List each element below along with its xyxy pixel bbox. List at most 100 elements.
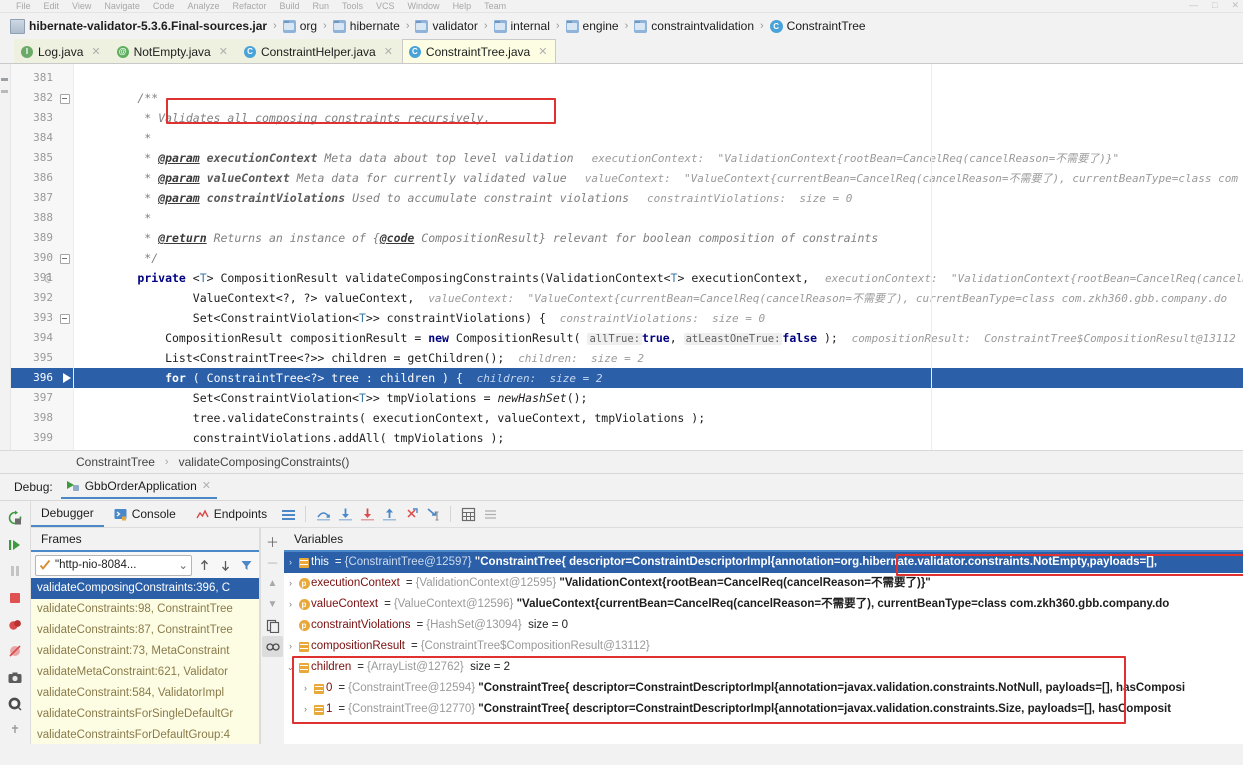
breadcrumb-item-jar[interactable]: hibernate-validator-5.3.6.Final-sources.… [8,18,269,34]
rerun-icon[interactable] [1,505,29,532]
menu-item-team[interactable]: Team [484,1,506,11]
menu-item-file[interactable]: File [16,1,31,11]
code-editor[interactable]: 381 382 383 384 385 386 387 388 389 390 … [0,64,1243,450]
tab-constrainttree-java[interactable]: C ConstraintTree.java ✕ [401,39,557,63]
breadcrumb-item-org[interactable]: org [281,19,319,33]
frame-item[interactable]: validateConstraint:73, MetaConstraint [31,641,259,662]
minimize-button[interactable]: — [1189,0,1198,11]
step-over-icon[interactable] [312,503,334,525]
override-marker-icon[interactable]: @ [44,268,51,288]
menu-item-run[interactable]: Run [313,1,330,11]
copy-icon[interactable] [262,615,283,636]
menu-item-help[interactable]: Help [453,1,472,11]
frame-item[interactable]: validateConstraints:98, ConstraintTree [31,599,259,620]
footer-class-name[interactable]: ConstraintTree [76,455,155,469]
view-breakpoints-icon[interactable] [1,611,29,638]
close-icon[interactable]: ✕ [91,45,100,58]
variable-row-this[interactable]: › this = {ConstraintTree@12597} "Constra… [284,552,1243,573]
thread-dropdown[interactable]: "http-nio-8084... ⌄ [35,554,192,576]
variable-row-compositionresult[interactable]: › compositionResult = {ConstraintTree$Co… [284,636,1243,657]
expand-chevron-icon[interactable]: › [299,699,312,720]
code-area[interactable]: /** * Validates all composing constraint… [74,64,1243,450]
settings-icon[interactable] [479,503,501,525]
frame-item[interactable]: validateMetaConstraint:621, Validator [31,662,259,683]
editor-gutter[interactable]: 381 382 383 384 385 386 387 388 389 390 … [11,64,74,450]
breadcrumb-item-engine[interactable]: engine [564,19,621,33]
variables-tree[interactable]: › this = {ConstraintTree@12597} "Constra… [284,552,1243,744]
footer-method-name[interactable]: validateComposingConstraints() [179,455,350,469]
menu-item-vcs[interactable]: VCS [376,1,395,11]
close-icon[interactable]: ✕ [538,45,547,58]
menu-item-build[interactable]: Build [279,1,299,11]
add-watch-icon[interactable]: ＋ [262,531,283,552]
expand-chevron-icon[interactable]: › [284,573,297,594]
drop-frame-icon[interactable] [400,503,422,525]
frame-item[interactable]: validateComposingConstraints:396, C [31,578,259,599]
editor-marker-bar[interactable] [0,64,11,450]
menu-item-navigate[interactable]: Navigate [104,1,140,11]
menu-item-code[interactable]: Code [153,1,175,11]
expand-chevron-icon[interactable]: › [284,552,297,573]
pause-program-icon[interactable] [1,558,29,585]
frame-item[interactable]: validateConstraintsForDefaultGroup:4 [31,725,259,744]
close-icon[interactable]: ✕ [202,479,211,492]
breadcrumb-item-validator[interactable]: validator [413,19,479,33]
expand-chevron-icon[interactable]: › [299,678,312,699]
run-configuration-tab[interactable]: GbbOrderApplication ✕ [60,476,217,499]
tab-debugger[interactable]: Debugger [31,501,104,527]
mute-breakpoints-icon[interactable] [1,638,29,665]
fold-icon[interactable] [60,314,70,324]
step-into-icon[interactable] [334,503,356,525]
variable-row-executioncontext[interactable]: › p executionContext = {ValidationContex… [284,573,1243,594]
menu-item-view[interactable]: View [72,1,91,11]
breadcrumb-item-internal[interactable]: internal [492,19,552,33]
close-button[interactable]: ✕ [1231,0,1239,11]
variable-row-children-0[interactable]: › 0 = {ConstraintTree@12594} "Constraint… [284,678,1243,699]
breadcrumb-item-constraintvalidation[interactable]: constraintvalidation [632,19,756,33]
frames-list[interactable]: validateComposingConstraints:396, C vali… [31,578,259,744]
settings-gear-icon[interactable] [1,691,29,718]
layout-settings-icon[interactable] [277,503,299,525]
resume-program-icon[interactable] [1,532,29,559]
close-icon[interactable]: ✕ [384,45,393,58]
remove-watch-icon[interactable]: － [262,552,283,573]
evaluate-expression-icon[interactable] [457,503,479,525]
tab-endpoints[interactable]: Endpoints [186,501,277,527]
collapse-chevron-icon[interactable]: ⌄ [284,657,297,678]
variable-row-children[interactable]: ⌄ children = {ArrayList@12762} size = 2 [284,657,1243,678]
expand-chevron-icon[interactable]: › [284,594,297,615]
menu-item-edit[interactable]: Edit [44,1,60,11]
frame-item[interactable]: validateConstraint:584, ValidatorImpl [31,683,259,704]
tab-console[interactable]: Console [104,501,186,527]
fold-icon[interactable] [60,94,70,104]
close-icon[interactable]: ✕ [219,45,228,58]
screenshot-icon[interactable] [1,664,29,691]
variable-row-valuecontext[interactable]: › p valueContext = {ValueContext@12596} … [284,594,1243,615]
watches-icon[interactable] [262,636,283,657]
menu-item-analyze[interactable]: Analyze [187,1,219,11]
tab-notempty-java[interactable]: @ NotEmpty.java ✕ [109,39,237,63]
run-to-cursor-icon[interactable] [422,503,444,525]
menu-item-refactor[interactable]: Refactor [232,1,266,11]
chevron-down-icon[interactable]: ⌄ [178,558,188,572]
step-out-icon[interactable] [378,503,400,525]
variable-row-children-1[interactable]: › 1 = {ConstraintTree@12770} "Constraint… [284,699,1243,720]
move-down-icon[interactable]: ▼ [262,594,283,615]
down-arrow-icon[interactable] [217,559,234,572]
tab-log-java[interactable]: I Log.java ✕ [14,39,110,63]
force-step-into-icon[interactable] [356,503,378,525]
tab-constrainthelper-java[interactable]: C ConstraintHelper.java ✕ [236,39,402,63]
maximize-button[interactable]: □ [1212,0,1217,11]
filter-icon[interactable] [238,559,255,572]
fold-icon[interactable] [60,254,70,264]
menu-item-window[interactable]: Window [408,1,440,11]
pin-icon[interactable] [1,718,29,745]
breadcrumb-item-constrainttree[interactable]: C ConstraintTree [768,19,868,33]
menu-item-tools[interactable]: Tools [342,1,363,11]
stop-icon[interactable] [1,585,29,612]
frame-item[interactable]: validateConstraints:87, ConstraintTree [31,620,259,641]
breadcrumb-item-hibernate[interactable]: hibernate [331,19,402,33]
expand-chevron-icon[interactable]: › [284,636,297,657]
up-arrow-icon[interactable] [196,559,213,572]
move-up-icon[interactable]: ▲ [262,573,283,594]
